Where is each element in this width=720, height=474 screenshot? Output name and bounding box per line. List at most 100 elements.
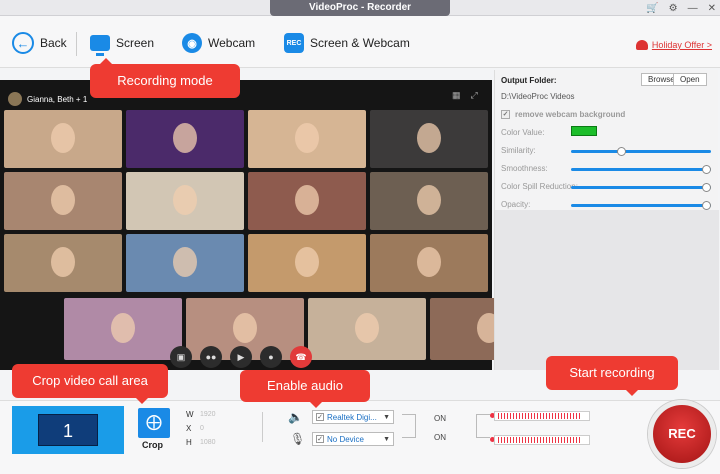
back-label: Back <box>40 36 67 50</box>
microphone-icon[interactable]: ● <box>260 346 282 368</box>
level-tick <box>579 437 580 443</box>
mic-check-icon[interactable]: ✓ <box>316 435 324 443</box>
participant-avatar <box>8 92 22 106</box>
camera-icon[interactable]: ▶ <box>230 346 252 368</box>
call-participants-header: Gianna, Beth + 1 <box>8 92 87 106</box>
open-button[interactable]: Open <box>673 73 707 86</box>
grid-view-icon[interactable]: ▦ <box>452 90 461 101</box>
crop-button[interactable]: ⨁ <box>138 408 170 438</box>
expand-icon[interactable]: ⤢ <box>471 90 478 101</box>
level-tick <box>540 413 541 419</box>
participant-face <box>51 123 75 153</box>
hang-up-icon[interactable]: ☎ <box>290 346 312 368</box>
mic-device-select[interactable]: ✓ No Device ▼ <box>312 432 394 446</box>
webcam-settings-panel: Output Folder: Browse Open D:\VideoProc … <box>494 70 719 370</box>
spill-slider[interactable] <box>571 183 711 192</box>
level-tick <box>561 413 562 419</box>
screen-label: Screen <box>116 36 155 50</box>
webcam-label: Webcam <box>208 36 256 50</box>
level-tick <box>516 413 517 419</box>
level-tick <box>531 437 532 443</box>
level-tick <box>555 413 556 419</box>
mic-on-label: ON <box>434 433 446 442</box>
speaker-icon: 🔈 <box>288 410 303 424</box>
level-tick <box>561 437 562 443</box>
level-tick <box>543 413 544 419</box>
recording-mode-callout: Recording mode <box>90 58 240 98</box>
level-tick <box>534 437 535 443</box>
speaker-check-icon[interactable]: ✓ <box>316 413 324 421</box>
screen-selector[interactable]: 1 <box>12 406 124 454</box>
similarity-knob[interactable] <box>616 147 626 156</box>
level-tick <box>498 413 499 419</box>
crop-area-callout: Crop video call area <box>12 364 168 404</box>
holiday-offer-link[interactable]: Holiday Offer > <box>635 40 712 50</box>
screen-number: 1 <box>38 414 98 446</box>
screen-share-icon[interactable]: ▣ <box>170 346 192 368</box>
back-button[interactable]: ← Back <box>12 30 67 56</box>
check-icon: ✓ <box>501 110 510 119</box>
participant-face <box>173 185 197 215</box>
level-tick <box>507 437 508 443</box>
rec-badge-icon: REC <box>284 33 304 53</box>
record-button[interactable]: REC <box>648 400 716 468</box>
level-tick <box>504 413 505 419</box>
chevron-down-icon: ▼ <box>383 435 390 443</box>
level-tick <box>552 413 553 419</box>
participant-face <box>173 247 197 277</box>
crop-label: Crop <box>142 440 163 450</box>
chevron-down-icon: ▼ <box>383 413 390 421</box>
screen-webcam-mode-button[interactable]: REC Screen & Webcam <box>284 30 410 56</box>
participants-label: Gianna, Beth + 1 <box>27 94 88 104</box>
x-value[interactable]: 0 <box>200 425 204 432</box>
level-tick <box>564 413 565 419</box>
participant-tile <box>370 172 488 230</box>
cart-icon[interactable]: 🛒 <box>646 3 658 14</box>
color-value-label: Color Value: <box>501 128 545 137</box>
participants-icon[interactable]: ●● <box>200 346 222 368</box>
level-tick <box>501 437 502 443</box>
level-tick <box>552 437 553 443</box>
spill-knob[interactable] <box>702 183 711 192</box>
minimize-icon[interactable]: — <box>688 3 698 14</box>
gear-icon[interactable]: ⚙ <box>669 3 678 14</box>
webcam-icon: ◉ <box>182 33 202 53</box>
opacity-slider[interactable] <box>571 201 711 210</box>
participant-face <box>295 247 319 277</box>
level-tick <box>534 413 535 419</box>
close-icon[interactable]: ✕ <box>708 3 716 14</box>
height-value[interactable]: 1080 <box>200 439 216 446</box>
level-tick <box>576 437 577 443</box>
smoothness-knob[interactable] <box>702 165 711 174</box>
call-toolbar: ▣ ●● ▶ ● ☎ <box>170 346 312 368</box>
level-tick <box>549 437 550 443</box>
mic-device-label: No Device <box>327 434 364 444</box>
remove-bg-checkbox[interactable]: ✓ remove webcam background <box>501 110 625 119</box>
speaker-level-meter <box>494 411 590 421</box>
participant-tile <box>4 172 122 230</box>
toolbar-divider <box>76 32 77 56</box>
window-title: VideoProc - Recorder <box>270 0 450 16</box>
start-recording-callout: Start recording <box>546 356 678 396</box>
level-tick <box>507 413 508 419</box>
participant-tile <box>248 172 366 230</box>
participant-face <box>51 247 75 277</box>
level-tick <box>498 437 499 443</box>
level-tick <box>528 437 529 443</box>
smoothness-label: Smoothness: <box>501 164 548 173</box>
similarity-slider[interactable] <box>571 147 711 156</box>
microphone-icon: 🎙 <box>290 432 306 446</box>
smoothness-slider[interactable] <box>571 165 711 174</box>
color-value-swatch[interactable] <box>571 126 597 136</box>
level-tick <box>567 413 568 419</box>
width-value[interactable]: 1920 <box>200 411 216 418</box>
speaker-device-select[interactable]: ✓ Realtek Digi... ▼ <box>312 410 394 424</box>
webcam-mode-button[interactable]: ◉ Webcam <box>182 30 255 56</box>
level-tick <box>510 437 511 443</box>
title-bar: VideoProc - Recorder 🛒 ⚙ — ✕ <box>0 0 720 16</box>
opacity-knob[interactable] <box>702 201 711 210</box>
participant-tile <box>370 110 488 168</box>
audio-bracket-left <box>402 414 416 438</box>
participant-tile <box>248 234 366 292</box>
level-tick <box>516 437 517 443</box>
